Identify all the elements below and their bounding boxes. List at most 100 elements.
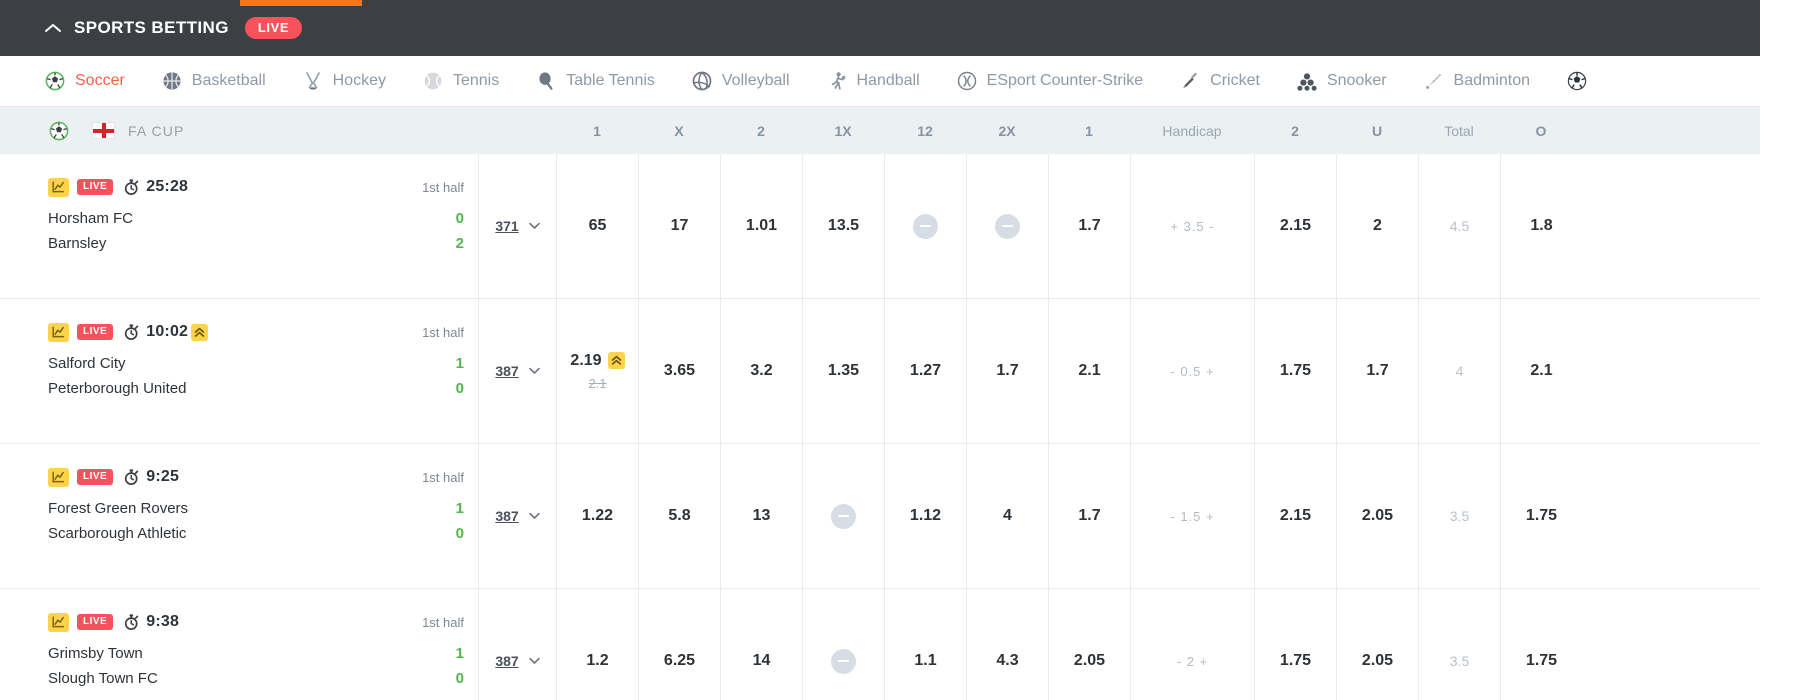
odds-cell[interactable]: 4 <box>966 444 1048 588</box>
stats-badge-icon[interactable] <box>48 177 69 197</box>
sport-tab-volleyball[interactable]: Volleyball <box>691 70 790 92</box>
sport-tab-snooker[interactable]: Snooker <box>1296 70 1387 92</box>
match-clock: 25:28 <box>146 178 189 195</box>
odds-cell[interactable]: 2.19 2.1 <box>556 299 638 443</box>
sport-tab-esport-counter-strike[interactable]: ESport Counter-Strike <box>956 70 1143 92</box>
market-count-dropdown[interactable]: 387 <box>478 444 556 588</box>
odds-cell[interactable]: 1.7 <box>1336 299 1418 443</box>
match-row[interactable]: LIVE 10:02 1st half Salford City 1 Peterborou… <box>0 299 1760 444</box>
sport-tab-handball[interactable]: Handball <box>826 70 920 92</box>
odds-cell[interactable]: 2.1 <box>1048 299 1130 443</box>
match-row[interactable]: LIVE 9:25 1st half Forest Green Rovers 1 Scar… <box>0 444 1760 589</box>
sport-tab-cricket[interactable]: Cricket <box>1179 70 1260 92</box>
market-count-dropdown[interactable]: 371 <box>478 154 556 298</box>
live-badge: LIVE <box>77 324 114 340</box>
odds-cell[interactable]: 1.12 <box>884 444 966 588</box>
odds-cell[interactable]: - 1.5 + <box>1130 444 1254 588</box>
sports-betting-page: SPORTS BETTING LIVE Soccer Basketball Ho… <box>0 0 1800 700</box>
odds-cell[interactable]: - 0.5 + <box>1130 299 1254 443</box>
sport-tab-more-partial[interactable] <box>1566 70 1597 92</box>
sport-tab-badminton[interactable]: Badminton <box>1423 70 1530 92</box>
league-header-row: FA CUP 1 X 2 1X 12 2X 1 Handicap 2 U Tot… <box>0 107 1760 154</box>
odds-cell[interactable]: 5.8 <box>638 444 720 588</box>
sport-tab-label: Basketball <box>191 72 266 89</box>
odds-cell[interactable]: 14 <box>720 589 802 700</box>
stats-badge-icon[interactable] <box>48 612 69 632</box>
odds-cell[interactable]: 2.15 <box>1254 444 1336 588</box>
match-info[interactable]: LIVE 9:25 1st half Forest Green Rovers 1 Scar… <box>0 444 478 588</box>
odds-cell[interactable]: 65 <box>556 154 638 298</box>
odds-cell[interactable]: - 2 + <box>1130 589 1254 700</box>
odds-cell <box>802 444 884 588</box>
sport-tab-basketball[interactable]: Basketball <box>161 70 266 92</box>
match-row[interactable]: LIVE 9:38 1st half Grimsby Town 1 Slough Town… <box>0 589 1760 700</box>
away-team-name: Scarborough Athletic <box>48 525 187 542</box>
sport-tab-tennis[interactable]: Tennis <box>422 70 499 92</box>
odds-cell[interactable]: 13.5 <box>802 154 884 298</box>
odds-cell[interactable]: 1.27 <box>884 299 966 443</box>
odds-cell[interactable]: 1.01 <box>720 154 802 298</box>
odds-cell[interactable]: 2.05 <box>1048 589 1130 700</box>
odds-cell[interactable]: 1.75 <box>1500 589 1582 700</box>
odds-cell[interactable]: 2 <box>1336 154 1418 298</box>
odds-cell[interactable]: + 3.5 - <box>1130 154 1254 298</box>
match-status-line: LIVE 9:38 1st half <box>48 611 464 633</box>
snooker-balls-icon <box>1296 70 1318 92</box>
sport-tab-label: Soccer <box>75 72 125 89</box>
odds-cell[interactable]: 1.7 <box>1048 154 1130 298</box>
odds-value: 1.27 <box>909 362 942 379</box>
match-clock: 10:02 <box>146 323 189 340</box>
odds-cell[interactable]: 1.75 <box>1254 299 1336 443</box>
match-status-line: LIVE 9:25 1st half <box>48 466 464 488</box>
odds-cell[interactable]: 1.75 <box>1500 444 1582 588</box>
odds-cell[interactable]: 4.5 <box>1418 154 1500 298</box>
chevron-down-icon[interactable] <box>528 367 540 375</box>
sport-tab-table-tennis[interactable]: Table Tennis <box>535 70 655 92</box>
match-info[interactable]: LIVE 25:28 1st half Horsham FC 0 Barnsley 2 <box>0 154 478 298</box>
column-header-total: Total <box>1444 122 1474 139</box>
away-team-name: Barnsley <box>48 235 107 252</box>
odds-cell[interactable]: 1.2 <box>556 589 638 700</box>
odds-up-arrow-icon <box>191 323 209 341</box>
odds-cell[interactable]: 1.7 <box>966 299 1048 443</box>
match-info[interactable]: LIVE 9:38 1st half Grimsby Town 1 Slough Town… <box>0 589 478 700</box>
odds-cell[interactable]: 1.75 <box>1254 589 1336 700</box>
match-row[interactable]: LIVE 25:28 1st half Horsham FC 0 Barnsley 2 371… <box>0 154 1760 299</box>
chevron-down-icon[interactable] <box>528 222 540 230</box>
market-count-value: 371 <box>495 218 519 234</box>
league-title-group[interactable]: FA CUP <box>0 107 478 154</box>
odds-cell[interactable]: 6.25 <box>638 589 720 700</box>
odds-cell[interactable]: 13 <box>720 444 802 588</box>
sport-tab-soccer[interactable]: Soccer <box>44 70 125 92</box>
sport-tabs-bar[interactable]: Soccer Basketball Hockey Tennis Table Te… <box>0 56 1760 107</box>
odds-cell[interactable]: 2.05 <box>1336 444 1418 588</box>
odds-cell[interactable]: 2.1 <box>1500 299 1582 443</box>
odds-cell[interactable]: 3.2 <box>720 299 802 443</box>
chevron-down-icon[interactable] <box>528 657 540 665</box>
chevron-down-icon[interactable] <box>528 512 540 520</box>
odds-cell[interactable]: 2.05 <box>1336 589 1418 700</box>
stats-badge-icon[interactable] <box>48 467 69 487</box>
column-header-hcap-2: 2 <box>1291 122 1299 139</box>
odds-cell[interactable]: 1.8 <box>1500 154 1582 298</box>
odds-cell[interactable]: 2.15 <box>1254 154 1336 298</box>
odds-cell[interactable]: 1.1 <box>884 589 966 700</box>
stats-badge-icon[interactable] <box>48 322 69 342</box>
odds-value: 1.8 <box>1530 217 1553 234</box>
market-count-dropdown[interactable]: 387 <box>478 589 556 700</box>
odds-cell[interactable]: 3.65 <box>638 299 720 443</box>
sport-tab-hockey[interactable]: Hockey <box>302 70 386 92</box>
odds-cell[interactable]: 1.35 <box>802 299 884 443</box>
odds-cell[interactable]: 4 <box>1418 299 1500 443</box>
market-count-dropdown[interactable]: 387 <box>478 299 556 443</box>
match-info[interactable]: LIVE 10:02 1st half Salford City 1 Peterborou… <box>0 299 478 443</box>
odds-cell[interactable]: 3.5 <box>1418 589 1500 700</box>
soccer-ball-icon <box>1566 70 1588 92</box>
odds-cell[interactable]: 3.5 <box>1418 444 1500 588</box>
odds-cell[interactable]: 1.22 <box>556 444 638 588</box>
odds-value: 4.3 <box>996 652 1019 669</box>
odds-cell[interactable]: 4.3 <box>966 589 1048 700</box>
chevron-up-icon[interactable] <box>44 19 62 37</box>
odds-cell[interactable]: 17 <box>638 154 720 298</box>
odds-cell[interactable]: 1.7 <box>1048 444 1130 588</box>
